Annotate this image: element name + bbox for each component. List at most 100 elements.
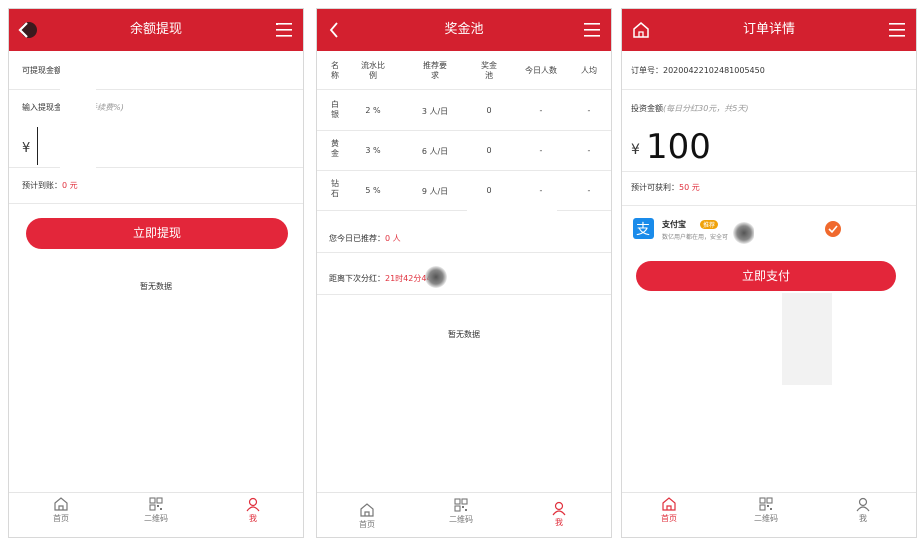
cell-today: - xyxy=(539,146,543,155)
touch-indicator xyxy=(733,222,755,244)
menu-button[interactable] xyxy=(581,19,603,41)
empty-text: 暂无数据 xyxy=(140,282,172,291)
expected-label: 预计到账： xyxy=(22,181,62,190)
tab-qrcode-label: 二维码 xyxy=(754,514,778,523)
redaction-patch xyxy=(467,261,487,289)
tab-me-label: 我 xyxy=(555,518,563,527)
amount-value: 100 xyxy=(646,127,711,167)
col-header-pool: 奖金 池 xyxy=(481,61,497,80)
menu-icon xyxy=(584,23,600,37)
col-header-requirement: 推荐要 求 xyxy=(423,61,447,80)
next-dividend-label: 距离下次分红： xyxy=(329,274,385,283)
touch-indicator xyxy=(425,266,447,288)
header-bar: 奖金池 xyxy=(317,9,611,51)
cell-today: - xyxy=(539,106,543,115)
col-header-ratio: 流水比 例 xyxy=(361,61,385,80)
order-no-label: 订单号： xyxy=(631,66,663,75)
redaction-patch xyxy=(782,293,832,385)
header-bar: 余额提现 xyxy=(9,9,303,51)
tab-qrcode[interactable]: 二维码 xyxy=(431,497,491,525)
svg-text:支: 支 xyxy=(636,222,650,238)
tab-qrcode[interactable]: 二维码 xyxy=(736,496,796,524)
withdraw-screen: 余额提现 可提现金额：0 元 输入提现金额(提现手续费%) ¥ 预计到账：0 元… xyxy=(8,8,304,538)
home-icon xyxy=(662,497,676,511)
tab-me[interactable]: 我 xyxy=(529,500,589,528)
tab-home[interactable]: 首页 xyxy=(337,502,397,530)
tab-home-label: 首页 xyxy=(661,514,677,523)
tab-home-label: 首页 xyxy=(53,514,69,523)
col-header-today: 今日人数 xyxy=(525,66,557,75)
tab-bar: 首页 二维码 我 xyxy=(9,492,303,537)
menu-icon xyxy=(889,23,905,37)
menu-button[interactable] xyxy=(273,19,295,41)
cell-ratio: 2 % xyxy=(365,106,381,115)
page-title: 订单详情 xyxy=(742,22,795,37)
order-no-row: 订单号：20200422102481005450 xyxy=(631,65,765,76)
referred-value: 0 人 xyxy=(385,234,401,243)
payment-option-alipay[interactable]: 支 支付宝 推荐 数亿用户都在用，安全可 xyxy=(622,213,916,249)
redaction-patch xyxy=(60,56,96,168)
qrcode-icon xyxy=(149,497,163,511)
tab-me-label: 我 xyxy=(859,514,867,523)
home-icon xyxy=(360,503,374,517)
user-icon xyxy=(552,501,566,516)
cell-ratio: 5 % xyxy=(365,186,381,195)
menu-button[interactable] xyxy=(886,19,908,41)
cell-pool: 0 xyxy=(486,106,492,115)
order-no-value: 20200422102481005450 xyxy=(663,66,765,75)
cell-pool: 0 xyxy=(486,146,492,155)
expected-row: 预计到账：0 元 xyxy=(22,180,78,191)
page-title: 奖金池 xyxy=(444,22,484,37)
invest-label-row: 投资金额(每日分红30元，共5天) xyxy=(631,103,749,114)
selected-check-icon xyxy=(825,221,841,237)
user-icon xyxy=(246,497,260,512)
cell-avg: - xyxy=(587,186,591,195)
next-dividend-row: 距离下次分红：21时42分44秒 xyxy=(329,273,440,284)
expected-row: 预计可获利：50 元 xyxy=(631,182,700,193)
currency-symbol: ¥ xyxy=(22,141,31,156)
qrcode-icon xyxy=(454,498,468,512)
payment-name: 支付宝 xyxy=(662,220,686,229)
amount-currency: ¥ xyxy=(631,142,640,158)
expected-label: 预计可获利： xyxy=(631,183,679,192)
redaction-patch xyxy=(425,213,527,249)
tab-home[interactable]: 首页 xyxy=(31,496,91,524)
menu-icon xyxy=(276,23,292,37)
header-bar: 订单详情 xyxy=(622,9,916,51)
tab-qrcode-label: 二维码 xyxy=(144,514,168,523)
cell-avg: - xyxy=(587,146,591,155)
expected-value: 50 元 xyxy=(679,183,700,192)
pay-button[interactable]: 立即支付 xyxy=(636,261,896,291)
tab-home-label: 首页 xyxy=(359,520,375,529)
user-icon xyxy=(856,497,870,512)
redaction-patch xyxy=(754,221,798,249)
cell-requirement: 3 人/日 xyxy=(421,107,449,116)
referred-row: 您今日已推荐：0 人 xyxy=(329,233,401,244)
cell-pool: 0 xyxy=(486,186,492,195)
tab-home[interactable]: 首页 xyxy=(639,496,699,524)
page-title: 余额提现 xyxy=(129,22,182,37)
invest-hint: (每日分红30元，共5天) xyxy=(663,104,749,113)
cell-ratio: 3 % xyxy=(365,146,381,155)
tab-me[interactable]: 我 xyxy=(223,496,283,524)
order-detail-screen: 订单详情 订单号：20200422102481005450 投资金额(每日分红3… xyxy=(621,8,917,538)
cell-avg: - xyxy=(587,106,591,115)
redaction-patch xyxy=(467,197,557,211)
tab-qrcode-label: 二维码 xyxy=(449,515,473,524)
tab-me[interactable]: 我 xyxy=(833,496,893,524)
bonus-pool-screen: 奖金池 名 称 流水比 例 推荐要 求 奖金 池 今日人数 人均 白 银 2 %… xyxy=(316,8,612,538)
tab-bar: 首页 二维码 我 xyxy=(622,492,916,537)
empty-text: 暂无数据 xyxy=(448,330,480,339)
alipay-icon: 支 xyxy=(633,218,654,239)
tab-qrcode[interactable]: 二维码 xyxy=(126,496,186,524)
col-header-avg: 人均 xyxy=(581,66,597,75)
withdraw-button[interactable]: 立即提现 xyxy=(26,218,288,249)
payment-desc: 数亿用户都在用，安全可 xyxy=(662,234,729,241)
payment-badge: 推荐 xyxy=(700,220,719,229)
expected-value: 0 元 xyxy=(62,181,78,190)
invest-label: 投资金额 xyxy=(631,104,663,113)
cell-requirement: 9 人/日 xyxy=(421,187,449,196)
tab-bar: 首页 二维码 我 xyxy=(317,492,611,537)
cell-name: 黄 金 xyxy=(331,139,339,158)
referred-label: 您今日已推荐： xyxy=(329,234,385,243)
